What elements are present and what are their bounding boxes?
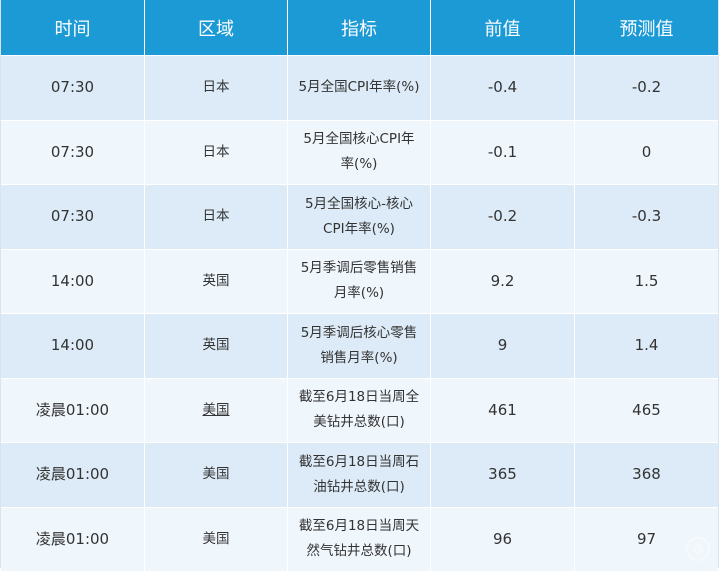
cell-time: 14:00 xyxy=(1,250,145,314)
table-row: 凌晨01:00 美国 截至6月18日当周石油钻井总数(口) 365 368 xyxy=(1,442,718,507)
cell-indicator: 5月全国核心-核心CPI年率(%) xyxy=(288,185,431,249)
table-row: 凌晨01:00 美国 截至6月18日当周天然气钻井总数(口) 96 97 xyxy=(1,507,718,571)
table-row: 14:00 英国 5月季调后零售销售月率(%) 9.2 1.5 xyxy=(1,249,718,314)
cell-forecast: 368 xyxy=(575,443,718,507)
region-link-text[interactable]: 美国 xyxy=(203,398,230,423)
header-indicator: 指标 xyxy=(288,0,431,55)
cell-region: 日本 xyxy=(145,56,288,120)
cell-previous: 365 xyxy=(431,443,575,507)
table-header: 时间 区域 指标 前值 预测值 xyxy=(1,0,718,55)
cell-indicator: 5月季调后零售销售月率(%) xyxy=(288,250,431,314)
cell-forecast: 1.4 xyxy=(575,314,718,378)
cell-forecast: 1.5 xyxy=(575,250,718,314)
cell-time: 07:30 xyxy=(1,185,145,249)
cell-time: 07:30 xyxy=(1,56,145,120)
cell-forecast: -0.3 xyxy=(575,185,718,249)
table-row: 07:30 日本 5月全国核心CPI年率(%) -0.1 0 xyxy=(1,120,718,185)
economic-calendar-table: 时间 区域 指标 前值 预测值 07:30 日本 5月全国CPI年率(%) -0… xyxy=(0,0,719,568)
header-region: 区域 xyxy=(145,0,288,55)
cell-time: 14:00 xyxy=(1,314,145,378)
cell-indicator: 截至6月18日当周天然气钻井总数(口) xyxy=(288,508,431,571)
cell-previous: 9.2 xyxy=(431,250,575,314)
cell-forecast: 465 xyxy=(575,379,718,443)
cell-region: 美国 xyxy=(145,508,288,571)
cell-indicator: 截至6月18日当周全美钻井总数(口) xyxy=(288,379,431,443)
cell-region: 日本 xyxy=(145,121,288,185)
cell-previous: 461 xyxy=(431,379,575,443)
table-row: 07:30 日本 5月全国核心-核心CPI年率(%) -0.2 -0.3 xyxy=(1,184,718,249)
cell-time: 凌晨01:00 xyxy=(1,443,145,507)
header-time: 时间 xyxy=(1,0,145,55)
cell-time: 凌晨01:00 xyxy=(1,379,145,443)
cell-forecast: 97 xyxy=(575,508,718,571)
cell-region: 英国 xyxy=(145,250,288,314)
header-previous: 前值 xyxy=(431,0,575,55)
cell-indicator: 5月全国核心CPI年率(%) xyxy=(288,121,431,185)
table-row: 凌晨01:00 美国 截至6月18日当周全美钻井总数(口) 461 465 xyxy=(1,378,718,443)
cell-region-link[interactable]: 美国 xyxy=(145,379,288,443)
cell-indicator: 5月全国CPI年率(%) xyxy=(288,56,431,120)
cell-previous: -0.2 xyxy=(431,185,575,249)
cell-time: 凌晨01:00 xyxy=(1,508,145,571)
cell-region: 美国 xyxy=(145,443,288,507)
cell-indicator: 5月季调后核心零售销售月率(%) xyxy=(288,314,431,378)
cell-region: 日本 xyxy=(145,185,288,249)
cell-region: 英国 xyxy=(145,314,288,378)
header-forecast: 预测值 xyxy=(575,0,718,55)
cell-previous: 9 xyxy=(431,314,575,378)
cell-forecast: -0.2 xyxy=(575,56,718,120)
cell-indicator: 截至6月18日当周石油钻井总数(口) xyxy=(288,443,431,507)
table-row: 07:30 日本 5月全国CPI年率(%) -0.4 -0.2 xyxy=(1,55,718,120)
cell-forecast: 0 xyxy=(575,121,718,185)
cell-previous: -0.1 xyxy=(431,121,575,185)
cell-previous: -0.4 xyxy=(431,56,575,120)
cell-previous: 96 xyxy=(431,508,575,571)
cell-time: 07:30 xyxy=(1,121,145,185)
table-row: 14:00 英国 5月季调后核心零售销售月率(%) 9 1.4 xyxy=(1,313,718,378)
